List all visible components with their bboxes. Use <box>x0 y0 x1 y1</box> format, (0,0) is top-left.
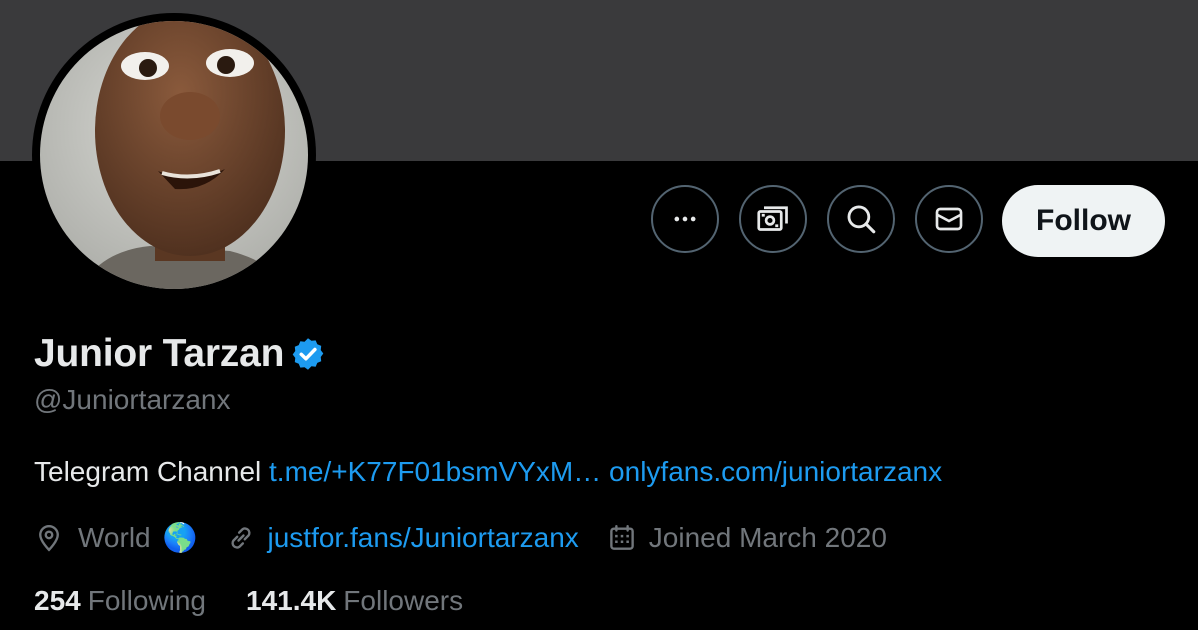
profile-stats: 254 Following 141.4K Followers <box>34 585 463 617</box>
followers-stat[interactable]: 141.4K Followers <box>246 585 463 617</box>
bio: Telegram Channel t.me/+K77F01bsmVYxM… on… <box>34 456 942 488</box>
handle: @Juniortarzanx <box>34 384 231 415</box>
message-button[interactable] <box>915 185 983 253</box>
link-icon <box>230 526 251 549</box>
avatar[interactable] <box>32 13 316 297</box>
onlyfans-link[interactable]: onlyfans.com/juniortarzanx <box>609 456 942 487</box>
tip-button[interactable] <box>739 185 807 253</box>
joined-date: Joined March 2020 <box>607 522 887 554</box>
location-pin-icon <box>39 524 59 552</box>
website-link[interactable]: justfor.fans/Juniortarzanx <box>268 522 579 554</box>
calendar-icon <box>609 524 634 550</box>
profile-actions: Follow <box>651 185 1165 257</box>
more-button[interactable] <box>651 185 719 253</box>
location-text: World <box>78 521 151 553</box>
more-dots-icon <box>674 216 696 222</box>
joined-text: Joined March 2020 <box>648 521 887 553</box>
following-label: Following <box>87 585 206 616</box>
location: World 🌎 <box>34 521 198 554</box>
globe-emoji-icon: 🌎 <box>162 522 198 553</box>
search-button[interactable] <box>827 185 895 253</box>
avatar-image <box>40 21 308 289</box>
search-icon <box>847 205 876 234</box>
bio-text: Telegram Channel <box>34 456 262 487</box>
mail-icon <box>935 207 963 231</box>
money-icon <box>757 206 788 231</box>
following-stat[interactable]: 254 Following <box>34 585 206 617</box>
followers-label: Followers <box>343 585 464 616</box>
website: justfor.fans/Juniortarzanx <box>226 522 579 554</box>
profile-meta: World 🌎 justfor.fans/Juniortarzanx Joine… <box>34 521 887 554</box>
display-name-row: Junior Tarzan <box>34 330 326 378</box>
follow-button[interactable]: Follow <box>1002 185 1165 257</box>
following-count: 254 <box>34 585 81 616</box>
telegram-link[interactable]: t.me/+K77F01bsmVYxM… <box>269 456 601 487</box>
followers-count: 141.4K <box>246 585 337 616</box>
verified-badge-icon[interactable] <box>290 336 326 372</box>
display-name: Junior Tarzan <box>34 332 285 375</box>
